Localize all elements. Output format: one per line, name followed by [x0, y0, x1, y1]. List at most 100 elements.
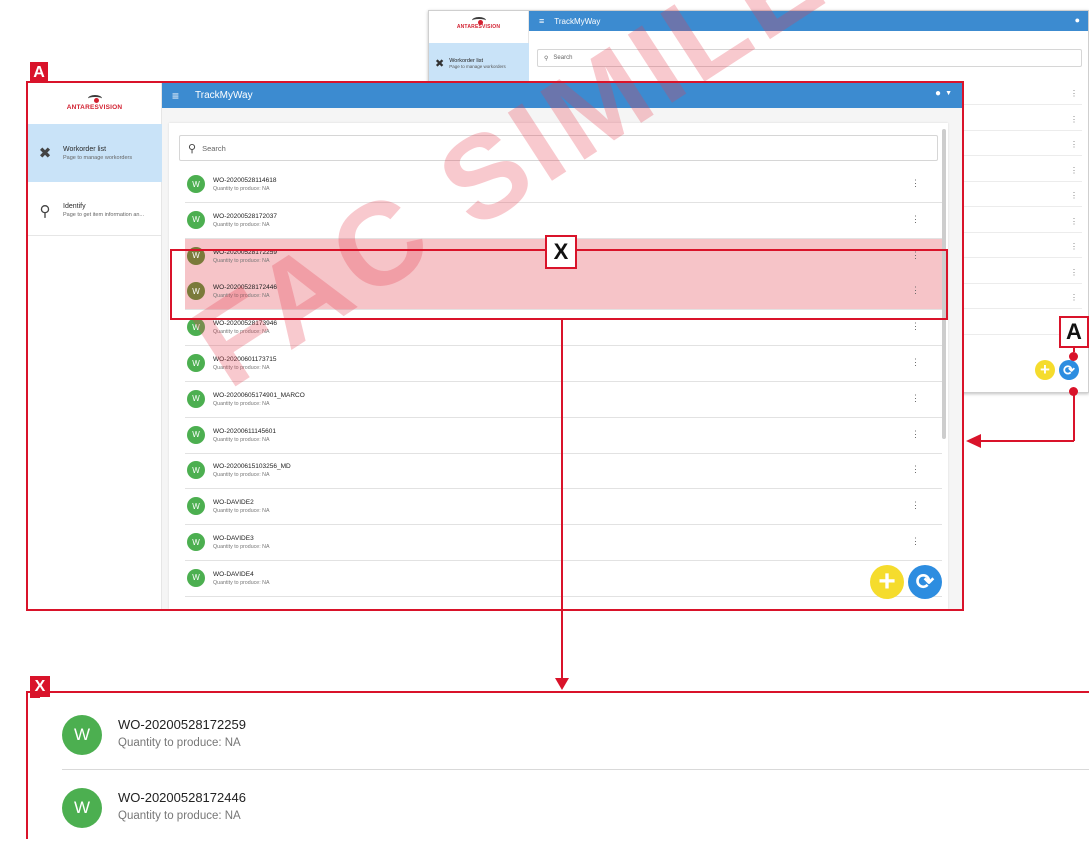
more-vert-icon[interactable]: ⋮: [1070, 115, 1078, 124]
callout-dot-bottom: [1069, 387, 1078, 396]
more-vert-icon[interactable]: ⋮: [1070, 89, 1078, 98]
avatar: W: [187, 175, 205, 193]
more-vert-icon[interactable]: ⋮: [911, 500, 920, 511]
app-title: TrackMyWay: [554, 16, 601, 26]
sidebar-item-label: Workorder list: [63, 145, 107, 153]
sidebar-item-subtitle: Page to manage workorders: [63, 154, 133, 161]
list-item[interactable]: W WO-20200528172037 Quantity to produce: N…: [185, 203, 942, 239]
topbar: ≡ TrackMyWay ● ▼: [162, 83, 962, 108]
more-vert-icon[interactable]: ⋮: [911, 214, 920, 225]
avatar: W: [187, 318, 205, 337]
refresh-button[interactable]: ⟳: [908, 565, 942, 599]
search-icon: ⚲: [544, 55, 549, 62]
list-item[interactable]: W WO-20200601173715 Quantity to produce: N…: [185, 346, 942, 382]
overview-refresh-button[interactable]: ⟳: [1059, 360, 1079, 380]
workorder-quantity: Quantity to produce: NA: [213, 186, 270, 192]
workorder-code: WO-20200605174901_MARCO: [213, 391, 305, 399]
list-item[interactable]: W WO-20200528172259 Quantity to produce: N…: [40, 697, 1089, 770]
more-vert-icon[interactable]: ⋮: [911, 393, 920, 404]
list-item[interactable]: W WO-20200611145601 Quantity to produce: N…: [185, 418, 942, 454]
workorder-quantity: Quantity to produce: NA: [213, 579, 270, 586]
overview-search-input[interactable]: ⚲ Search: [537, 49, 1082, 67]
more-vert-icon[interactable]: ⋮: [911, 429, 920, 440]
more-vert-icon[interactable]: ⋮: [1070, 217, 1078, 226]
sidebar-item-workorders[interactable]: ✖ Workorder list Page to manage workorde…: [28, 124, 162, 182]
list-item[interactable]: W WO-20200615103256_MD Quantity to produce…: [185, 453, 942, 490]
logo-text: ANTARESVISION: [456, 24, 501, 30]
user-icon: ●: [935, 88, 942, 99]
more-vert-icon[interactable]: ⋮: [911, 536, 920, 547]
overview-sidebar-item-workorders[interactable]: ✖ Workorder list Page to manage workorde…: [429, 43, 529, 83]
more-vert-icon[interactable]: ⋮: [1070, 140, 1078, 149]
workorder-code: WO-20200528172037: [213, 212, 277, 220]
callout-label-a-overview: A: [1059, 316, 1089, 348]
workorder-code: WO-20200528173946: [213, 320, 277, 328]
workorder-quantity: Quantity to produce: NA: [213, 329, 270, 336]
workorder-code: WO-20200615103256_MD: [213, 463, 291, 471]
detail-frame-left: [26, 691, 28, 839]
search-input[interactable]: ⚲ Search: [179, 135, 938, 161]
overview-logo: ANTARESVISION: [429, 17, 528, 30]
more-vert-icon[interactable]: ⋮: [911, 464, 920, 475]
search-placeholder: Search: [553, 55, 573, 61]
avatar: W: [187, 533, 205, 551]
more-vert-icon[interactable]: ⋮: [911, 321, 920, 332]
sidebar: ANTARESVISION ✖ Workorder list Page to m…: [28, 83, 162, 609]
workorder-quantity: Quantity to produce: NA: [213, 472, 270, 479]
more-vert-icon[interactable]: ⋮: [911, 285, 920, 296]
more-vert-icon[interactable]: ⋮: [911, 250, 920, 261]
wrench-screwdriver-icon: ✖: [38, 145, 52, 162]
workorder-code: WO-20200528172259: [118, 717, 246, 732]
more-vert-icon[interactable]: ⋮: [1070, 293, 1078, 302]
workorder-quantity: Quantity to produce: NA: [213, 293, 270, 300]
sidebar-item-label: Identify: [63, 203, 86, 210]
user-icon[interactable]: ●: [1075, 15, 1080, 25]
workorder-quantity: Quantity to produce: NA: [213, 544, 270, 550]
main-content: ⚲ Search W WO-20200528114618 Quantity to p…: [162, 108, 962, 609]
zoomed-window: ANTARESVISION ✖ Workorder list Page to m…: [28, 83, 962, 609]
avatar: W: [62, 788, 102, 828]
workorder-code: WO-DAVIDE4: [213, 570, 254, 578]
workorder-quantity: Quantity to produce: NA: [213, 365, 270, 371]
chevron-down-icon: ▼: [945, 90, 952, 97]
list-item[interactable]: W WO-20200605174901_MARCO Quantity to prod…: [185, 382, 942, 418]
more-vert-icon[interactable]: ⋮: [1070, 191, 1078, 200]
workorder-code: WO-20200601173715: [213, 356, 277, 363]
menu-icon[interactable]: ≡: [539, 16, 544, 26]
more-vert-icon[interactable]: ⋮: [1070, 166, 1078, 175]
list-item[interactable]: WWO-DAVIDE4Quantity to produce: NA⋮: [185, 561, 942, 597]
more-vert-icon[interactable]: ⋮: [1070, 268, 1078, 277]
list-item[interactable]: W WO-20200528172446 Quantity to produce: N…: [185, 274, 942, 311]
menu-icon[interactable]: ≡: [172, 89, 179, 103]
list-item[interactable]: W WO-20200528114618 Quantity to produce: N…: [185, 167, 942, 203]
sidebar-item-subtitle: Page to get item information an...: [63, 212, 145, 218]
overview-add-button[interactable]: +: [1035, 360, 1055, 380]
workorder-code: WO-20200611145601: [213, 427, 277, 435]
sidebar-item-identify[interactable]: ⚲ Identify Page to get item information …: [28, 186, 162, 236]
more-vert-icon[interactable]: ⋮: [911, 357, 920, 368]
workorder-code: WO-20200528114618: [213, 177, 277, 184]
user-menu[interactable]: ● ▼: [935, 88, 952, 99]
app-title: TrackMyWay: [195, 90, 253, 101]
workorder-quantity: Quantity to produce: NA: [118, 737, 241, 749]
logo-text: ANTARESVISION: [66, 104, 123, 111]
logo: ANTARESVISION: [28, 95, 161, 111]
more-vert-icon[interactable]: ⋮: [911, 178, 920, 189]
more-vert-icon[interactable]: ⋮: [1070, 242, 1078, 251]
avatar: W: [187, 210, 205, 229]
add-button[interactable]: +: [870, 565, 904, 599]
sidebar-item-subtitle: Page to manage workorders: [449, 63, 506, 69]
avatar: W: [187, 389, 205, 408]
detail-label-x: X: [30, 676, 50, 698]
workorder-quantity: Quantity to produce: NA: [213, 508, 270, 515]
workorder-code: WO-20200528172446: [118, 790, 246, 805]
workorder-quantity: Quantity to produce: NA: [213, 221, 270, 228]
list-item[interactable]: W WO-20200528172446 Quantity to produce: N…: [40, 770, 1089, 842]
list-item[interactable]: W WO-DAVIDE2 Quantity to produce: NA ⋮: [185, 489, 942, 526]
avatar: W: [62, 715, 102, 755]
avatar: W: [187, 246, 205, 265]
list-item[interactable]: W WO-20200528173946 Quantity to produce: N…: [185, 310, 942, 347]
scrollbar[interactable]: [942, 129, 946, 439]
list-item[interactable]: W WO-DAVIDE3 Quantity to produce: NA ⋮: [185, 525, 942, 561]
workorder-code: WO-DAVIDE3: [213, 535, 254, 542]
